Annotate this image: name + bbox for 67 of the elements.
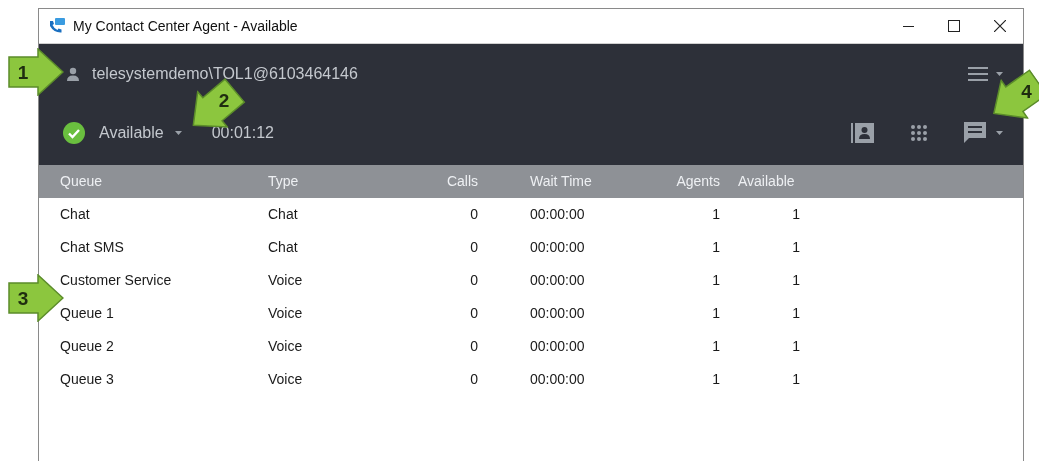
column-header[interactable]: Type xyxy=(268,171,418,192)
table-cell-text: Voice xyxy=(268,337,304,356)
table-cell-text: 00:00:00 xyxy=(529,337,586,356)
table-cell-text: 1 xyxy=(791,370,800,389)
table-cell-text: 1 xyxy=(791,238,800,257)
dialpad-icon xyxy=(910,124,928,142)
user-icon xyxy=(66,67,80,81)
table-cell-text: 00:00:00 xyxy=(529,304,586,323)
table-cell-text: Chat xyxy=(268,205,299,224)
table-cell-text: Queue 1 xyxy=(60,304,115,323)
dialpad-button[interactable] xyxy=(910,124,928,142)
caret-icon xyxy=(996,131,1003,135)
table-cell-text: Queue 3 xyxy=(60,370,115,389)
table-cell-text: 0 xyxy=(469,238,478,257)
column-header[interactable]: Wait Time xyxy=(478,171,628,192)
table-cell-text: 1 xyxy=(711,304,720,323)
table-cell-text: Voice xyxy=(268,370,304,389)
table-cell-text: 0 xyxy=(469,271,478,290)
callout-number: 3 xyxy=(17,288,29,309)
column-header[interactable]: Available xyxy=(720,171,800,192)
table-cell-text: 1 xyxy=(711,238,720,257)
callout-number: 1 xyxy=(17,62,29,83)
contact-card-icon xyxy=(851,123,874,143)
table-cell-text: 1 xyxy=(791,337,800,356)
table-cell-text: 0 xyxy=(469,304,478,323)
table-cell-text: 00:00:00 xyxy=(529,238,586,257)
caret-icon xyxy=(174,131,182,135)
status-dropdown[interactable]: Available xyxy=(99,121,182,145)
column-header[interactable]: Calls xyxy=(418,171,478,192)
table-cell-text: 1 xyxy=(711,370,720,389)
table-cell-text: 0 xyxy=(469,205,478,224)
table-cell-text: Customer Service xyxy=(60,271,173,290)
table-cell-text: 00:00:00 xyxy=(529,205,586,224)
table-cell-text: Voice xyxy=(268,304,304,323)
status-timer: 00:01:12 xyxy=(211,123,274,143)
callout-number: 4 xyxy=(1021,80,1032,102)
table-cell-text: Chat xyxy=(268,238,299,257)
table-cell-text: 1 xyxy=(711,271,720,290)
minimize-icon xyxy=(902,25,914,27)
table-cell-text: 00:00:00 xyxy=(529,370,586,389)
check-circle-icon xyxy=(63,122,85,144)
table-cell-text: 0 xyxy=(469,370,478,389)
chat-icon xyxy=(964,122,986,144)
table-cell-text: Chat SMS xyxy=(60,238,125,257)
table-cell-text: Voice xyxy=(268,271,304,290)
callout-number: 2 xyxy=(218,89,230,111)
table-cell-text: 1 xyxy=(711,205,720,224)
menu-button[interactable] xyxy=(968,67,1003,81)
phone-chat-icon xyxy=(48,17,66,35)
contacts-button[interactable] xyxy=(851,123,874,143)
table-cell-text: 1 xyxy=(791,271,800,290)
window-title: My Contact Center Agent - Available xyxy=(73,16,298,36)
table-cell-text: Queue 2 xyxy=(60,337,115,356)
table-cell-text: 00:00:00 xyxy=(529,271,586,290)
column-header[interactable]: Agents xyxy=(628,171,720,192)
menu-icon xyxy=(968,67,988,81)
chat-button[interactable] xyxy=(964,122,1003,144)
table-cell-text: Chat xyxy=(60,205,91,224)
close-icon xyxy=(994,20,1006,32)
column-header[interactable]: Queue xyxy=(60,171,268,192)
table-cell-text: 1 xyxy=(791,304,800,323)
table-cell-text: 0 xyxy=(469,337,478,356)
user-account: telesystemdemo\TOL1@6103464146 xyxy=(92,64,358,84)
caret-icon xyxy=(996,72,1003,76)
table-cell-text: 1 xyxy=(711,337,720,356)
table-cell-text: 1 xyxy=(791,205,800,224)
maximize-icon xyxy=(948,20,960,32)
